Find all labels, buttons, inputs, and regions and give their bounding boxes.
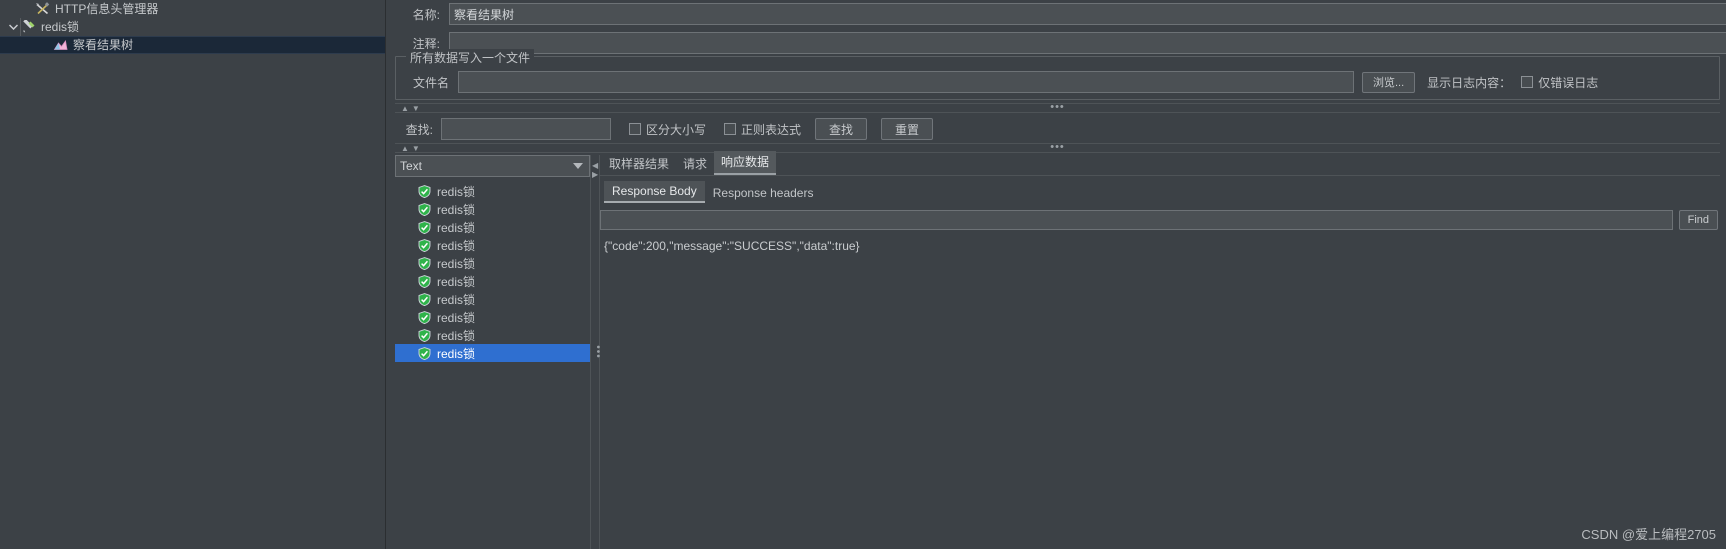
wrench-screwdriver-icon bbox=[34, 1, 52, 17]
watermark: CSDN @爱上编程2705 bbox=[1581, 527, 1716, 542]
tree-item-view-results-tree[interactable]: 察看结果树 bbox=[0, 36, 385, 54]
jmeter-window: HTTP信息头管理器 redis锁 察看结果树 名称: 察看结果树 注释: 所有… bbox=[0, 0, 1726, 549]
list-item[interactable]: redis锁 bbox=[395, 200, 590, 218]
browse-button[interactable]: 浏览... bbox=[1362, 71, 1416, 93]
splitter-arrows-icon[interactable]: ▲▼ bbox=[401, 104, 423, 113]
filename-label: 文件名 bbox=[412, 75, 449, 90]
chevron-down-icon[interactable] bbox=[573, 163, 583, 169]
renderer-selected-value: Text bbox=[400, 159, 423, 173]
list-item[interactable]: redis锁 bbox=[395, 272, 590, 290]
log-display-label: 显示日志内容： bbox=[1427, 75, 1512, 90]
comment-row: 注释: bbox=[387, 31, 1726, 55]
test-plan-tree-panel[interactable]: HTTP信息头管理器 redis锁 察看结果树 bbox=[0, 0, 386, 549]
comment-input[interactable] bbox=[449, 32, 1726, 54]
search-input[interactable] bbox=[441, 118, 611, 140]
success-shield-icon bbox=[417, 292, 431, 306]
success-shield-icon bbox=[417, 328, 431, 342]
list-item[interactable]: redis锁 bbox=[395, 308, 590, 326]
file-group-content: 文件名 浏览... 显示日志内容： 仅错误日志 bbox=[396, 71, 1719, 93]
renderer-select[interactable]: Text bbox=[395, 155, 590, 177]
list-item-label: redis锁 bbox=[437, 328, 476, 343]
success-shield-icon bbox=[417, 238, 431, 252]
list-item[interactable]: redis锁 bbox=[395, 182, 590, 200]
list-item-label: redis锁 bbox=[437, 220, 476, 235]
splitter-arrows-icon[interactable]: ◀ ▶ bbox=[592, 161, 598, 179]
find-row: Find bbox=[600, 210, 1720, 230]
chart-icon bbox=[52, 37, 70, 53]
list-item-label: redis锁 bbox=[437, 310, 476, 325]
response-subtabbar: Response Body Response headers bbox=[600, 181, 1720, 203]
errors-only-checkbox-wrap[interactable]: 仅错误日志 bbox=[1521, 74, 1598, 91]
success-shield-icon bbox=[417, 184, 431, 198]
regex-checkbox[interactable] bbox=[724, 123, 737, 135]
errors-only-label: 仅错误日志 bbox=[1538, 75, 1599, 90]
success-shield-icon bbox=[417, 310, 431, 324]
list-item-label: redis锁 bbox=[437, 238, 476, 253]
vertical-splitter[interactable]: ◀ ▶ ••• bbox=[590, 155, 603, 549]
success-shield-icon bbox=[417, 346, 431, 360]
tree-item-label: HTTP信息头管理器 bbox=[55, 2, 159, 16]
success-shield-icon bbox=[417, 256, 431, 270]
case-sensitive-label: 区分大小写 bbox=[646, 122, 707, 137]
response-body-text: {"code":200,"message":"SUCCESS","data":t… bbox=[604, 239, 860, 253]
find-button[interactable]: Find bbox=[1678, 210, 1718, 230]
test-tube-icon bbox=[20, 19, 38, 35]
results-area: Text redis锁 redis锁 redis锁 redis锁 redis锁 … bbox=[395, 151, 1720, 549]
reset-button[interactable]: 重置 bbox=[881, 118, 934, 140]
subtab-response-headers[interactable]: Response headers bbox=[705, 183, 822, 203]
list-item-label: redis锁 bbox=[437, 202, 476, 217]
search-label: 查找: bbox=[405, 122, 433, 137]
chevron-down-icon[interactable] bbox=[6, 18, 20, 36]
tab-request[interactable]: 请求 bbox=[676, 153, 714, 175]
subtab-response-body[interactable]: Response Body bbox=[604, 181, 705, 203]
splitter-arrows-icon[interactable]: ▲▼ bbox=[401, 144, 423, 153]
tab-sampler-result[interactable]: 取样器结果 bbox=[602, 153, 676, 175]
tree-twisty-placeholder bbox=[20, 0, 34, 18]
search-button[interactable]: 查找 bbox=[815, 118, 868, 140]
search-row: 查找: 区分大小写 正则表达式 查找 重置 bbox=[395, 116, 1720, 142]
list-item-label: redis锁 bbox=[437, 292, 476, 307]
splitter-top[interactable]: ▲▼ ••• bbox=[395, 102, 1720, 113]
list-item[interactable]: redis锁 bbox=[395, 236, 590, 254]
name-label: 名称: bbox=[412, 7, 440, 22]
success-shield-icon bbox=[417, 274, 431, 288]
splitter-middle[interactable]: ▲▼ ••• bbox=[395, 142, 1720, 153]
list-item[interactable]: redis锁 bbox=[395, 218, 590, 236]
tree-item-redis-lock[interactable]: redis锁 bbox=[0, 18, 385, 36]
tab-response-data[interactable]: 响应数据 bbox=[714, 151, 777, 175]
regex-checkbox-wrap[interactable]: 正则表达式 bbox=[724, 121, 801, 138]
case-sensitive-checkbox[interactable] bbox=[629, 123, 641, 135]
splitter-grip-icon[interactable]: ••• bbox=[1050, 102, 1065, 113]
list-item[interactable]: redis锁 bbox=[395, 254, 590, 272]
main-tabbar: 取样器结果 请求 响应数据 bbox=[600, 151, 1720, 176]
tree-item-label: 察看结果树 bbox=[73, 38, 134, 52]
results-list-panel: Text redis锁 redis锁 redis锁 redis锁 redis锁 … bbox=[395, 155, 590, 549]
list-item-label: redis锁 bbox=[437, 184, 476, 199]
list-item-label: redis锁 bbox=[437, 256, 476, 271]
find-input[interactable] bbox=[600, 210, 1673, 230]
regex-label: 正则表达式 bbox=[741, 122, 802, 137]
tree-twisty-placeholder bbox=[38, 36, 52, 54]
name-input[interactable] bbox=[449, 3, 1726, 25]
success-shield-icon bbox=[417, 220, 431, 234]
list-item-label: redis锁 bbox=[437, 274, 476, 289]
list-item-label: redis锁 bbox=[437, 346, 476, 361]
list-item[interactable]: redis锁 bbox=[395, 344, 590, 362]
view-results-tree-editor: 名称: 注释: 所有数据写入一个文件 文件名 浏览... 显示日志内容： 仅错误… bbox=[387, 0, 1726, 549]
case-sensitive-checkbox-wrap[interactable]: 区分大小写 bbox=[629, 121, 706, 138]
filename-input[interactable] bbox=[458, 71, 1354, 93]
splitter-grip-icon[interactable]: ••• bbox=[1050, 142, 1065, 153]
tree-item-http-header-manager[interactable]: HTTP信息头管理器 bbox=[0, 0, 385, 18]
list-item[interactable]: redis锁 bbox=[395, 326, 590, 344]
tree-item-label: redis锁 bbox=[41, 20, 80, 34]
response-panel: 取样器结果 请求 响应数据 Response Body Response hea… bbox=[600, 151, 1720, 549]
success-shield-icon bbox=[417, 202, 431, 216]
errors-only-checkbox[interactable] bbox=[1521, 76, 1534, 88]
group-title: 所有数据写入一个文件 bbox=[406, 49, 535, 66]
sampler-result-list[interactable]: redis锁 redis锁 redis锁 redis锁 redis锁 redis… bbox=[395, 177, 590, 549]
name-row: 名称: bbox=[387, 2, 1726, 26]
write-all-data-to-file-group: 所有数据写入一个文件 文件名 浏览... 显示日志内容： 仅错误日志 bbox=[395, 49, 1720, 100]
response-body-area[interactable]: {"code":200,"message":"SUCCESS","data":t… bbox=[600, 239, 1720, 549]
list-item[interactable]: redis锁 bbox=[395, 290, 590, 308]
